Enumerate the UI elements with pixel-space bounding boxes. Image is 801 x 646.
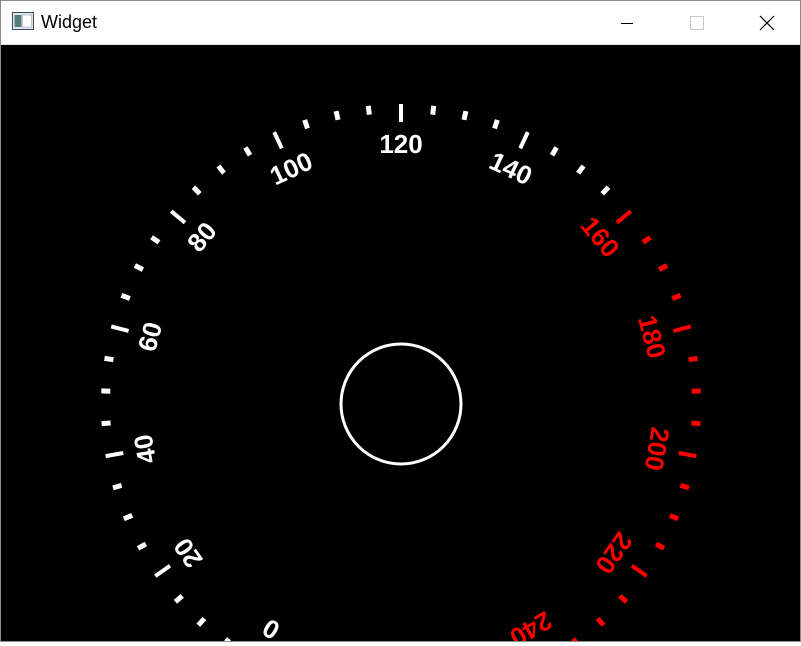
minor-tick xyxy=(198,619,204,626)
minor-tick xyxy=(672,295,680,298)
minor-tick xyxy=(124,515,132,518)
gauge-label-240: 240 xyxy=(505,605,558,641)
gauge-label-40: 40 xyxy=(128,432,163,466)
gauge-label-60: 60 xyxy=(132,319,168,355)
major-tick xyxy=(520,132,528,148)
major-tick xyxy=(679,453,697,456)
minor-tick xyxy=(175,596,182,602)
minor-tick xyxy=(495,120,498,128)
close-icon xyxy=(758,14,776,32)
minor-tick xyxy=(121,295,129,298)
minimize-icon xyxy=(619,15,635,31)
gauge-hub xyxy=(341,344,461,464)
window-title: Widget xyxy=(41,11,97,33)
gauge-label-0: 0 xyxy=(257,613,285,641)
gauge-label-100: 100 xyxy=(265,146,317,192)
minor-tick xyxy=(113,485,122,488)
minor-tick xyxy=(620,596,627,602)
minor-tick xyxy=(464,111,466,120)
app-window: Widget 0 20 40 60 80 100 120 140 160 180 200 220 240 xyxy=(0,0,801,642)
app-window-icon xyxy=(12,12,34,30)
gauge-labels: 0 20 40 60 80 100 120 140 160 180 200 220 240 xyxy=(128,129,676,641)
minor-tick xyxy=(152,237,159,242)
major-tick xyxy=(632,566,647,576)
major-tick xyxy=(274,132,282,148)
gauge-label-140: 140 xyxy=(485,146,537,192)
minor-tick xyxy=(670,515,678,518)
minor-tick xyxy=(659,266,667,270)
major-tick xyxy=(673,326,690,331)
major-tick xyxy=(106,453,124,456)
minor-tick xyxy=(102,423,111,424)
minor-tick xyxy=(680,485,689,488)
gauge-label-160: 160 xyxy=(575,211,626,264)
gauge-label-20: 20 xyxy=(167,533,208,574)
minor-tick xyxy=(368,106,369,115)
minor-tick xyxy=(433,106,434,115)
major-tick xyxy=(171,211,185,223)
minor-tick xyxy=(138,544,146,548)
gauge-label-120: 120 xyxy=(379,129,422,159)
close-button[interactable] xyxy=(732,0,801,45)
gauge-label-200: 200 xyxy=(639,425,676,473)
minor-tick xyxy=(336,111,338,120)
minor-tick xyxy=(643,237,650,242)
speedometer-gauge: 0 20 40 60 80 100 120 140 160 180 200 220 240 xyxy=(1,45,800,641)
minor-tick xyxy=(598,619,604,626)
minor-tick xyxy=(305,120,308,128)
major-tick xyxy=(111,326,128,331)
minor-tick xyxy=(689,358,698,359)
title-bar[interactable]: Widget xyxy=(0,0,801,45)
minor-tick xyxy=(224,639,229,641)
minor-tick xyxy=(602,187,608,194)
minor-tick xyxy=(656,544,664,548)
minor-tick xyxy=(105,358,114,359)
minor-tick xyxy=(573,639,578,641)
minor-tick xyxy=(218,166,224,173)
maximize-icon xyxy=(689,15,705,31)
minor-tick xyxy=(552,148,557,156)
minor-tick xyxy=(194,187,200,194)
gauge-label-80: 80 xyxy=(181,216,223,257)
major-tick xyxy=(617,211,631,223)
minor-tick xyxy=(578,166,584,173)
minor-tick xyxy=(245,148,250,156)
gauge-canvas: 0 20 40 60 80 100 120 140 160 180 200 220 240 xyxy=(1,45,800,641)
minor-tick xyxy=(135,266,143,270)
major-tick xyxy=(155,566,170,576)
gauge-label-220: 220 xyxy=(589,527,638,580)
gauge-label-180: 180 xyxy=(632,312,672,362)
minor-tick xyxy=(691,423,700,424)
maximize-button[interactable] xyxy=(662,0,732,45)
minimize-button[interactable] xyxy=(592,0,662,45)
